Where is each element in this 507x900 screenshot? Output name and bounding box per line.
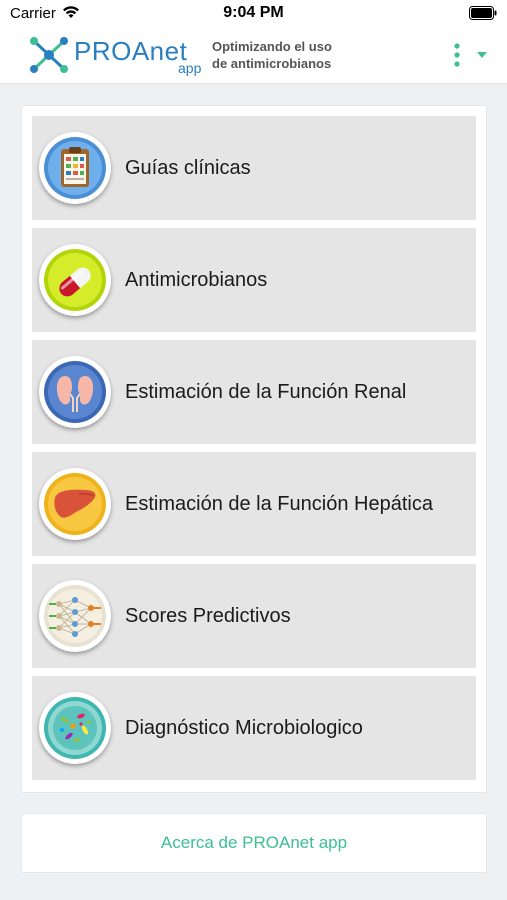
vertical-dots-icon[interactable] bbox=[452, 42, 462, 68]
tagline-line-2: de antimicrobianos bbox=[212, 56, 332, 71]
menu-item-funcion-hepatica[interactable]: Estimación de la Función Hepática bbox=[32, 452, 476, 556]
menu-item-label: Estimación de la Función Hepática bbox=[125, 493, 433, 515]
pill-icon bbox=[44, 249, 106, 311]
menu-item-label: Guías clínicas bbox=[125, 157, 251, 179]
menu-icon-wrap bbox=[39, 692, 111, 764]
menu-item-label: Diagnóstico Microbiologico bbox=[125, 717, 363, 739]
menu-icon-wrap bbox=[39, 132, 111, 204]
logo-text: PROAnet bbox=[74, 36, 188, 66]
petri-dish-icon bbox=[44, 697, 106, 759]
kidneys-icon bbox=[44, 361, 106, 423]
status-bar: Carrier 9:04 PM bbox=[0, 0, 507, 26]
menu-icon-wrap bbox=[39, 580, 111, 652]
tagline: Optimizando el uso de antimicrobianos bbox=[212, 38, 332, 72]
menu-item-guias-clinicas[interactable]: Guías clínicas bbox=[32, 116, 476, 220]
battery-icon bbox=[469, 6, 497, 20]
neural-network-icon bbox=[44, 585, 106, 647]
menu-icon-wrap bbox=[39, 468, 111, 540]
menu-icon-wrap bbox=[39, 244, 111, 316]
liver-icon bbox=[44, 473, 106, 535]
tagline-line-1: Optimizando el uso bbox=[212, 39, 332, 54]
app-header: PROAnet app Optimizando el uso de antimi… bbox=[0, 26, 507, 84]
menu-item-label: Estimación de la Función Renal bbox=[125, 381, 407, 403]
status-time: 9:04 PM bbox=[223, 4, 284, 21]
clipboard-icon bbox=[44, 137, 106, 199]
menu-item-label: Antimicrobianos bbox=[125, 269, 268, 291]
molecule-logo-icon bbox=[30, 37, 68, 73]
menu-icon-wrap bbox=[39, 356, 111, 428]
menu-item-label: Scores Predictivos bbox=[125, 605, 291, 627]
menu-item-funcion-renal[interactable]: Estimación de la Función Renal bbox=[32, 340, 476, 444]
caret-down-icon[interactable] bbox=[475, 48, 489, 62]
about-button[interactable]: Acerca de PROAnet app bbox=[21, 813, 487, 873]
menu-item-diagnostico-microbiologico[interactable]: Diagnóstico Microbiologico bbox=[32, 676, 476, 780]
logo-subtext: app bbox=[178, 60, 202, 76]
menu-item-antimicrobianos[interactable]: Antimicrobianos bbox=[32, 228, 476, 332]
menu-card: Guías clínicas Antimicrobianos Estimació… bbox=[21, 105, 487, 793]
menu-item-scores-predictivos[interactable]: Scores Predictivos bbox=[32, 564, 476, 668]
